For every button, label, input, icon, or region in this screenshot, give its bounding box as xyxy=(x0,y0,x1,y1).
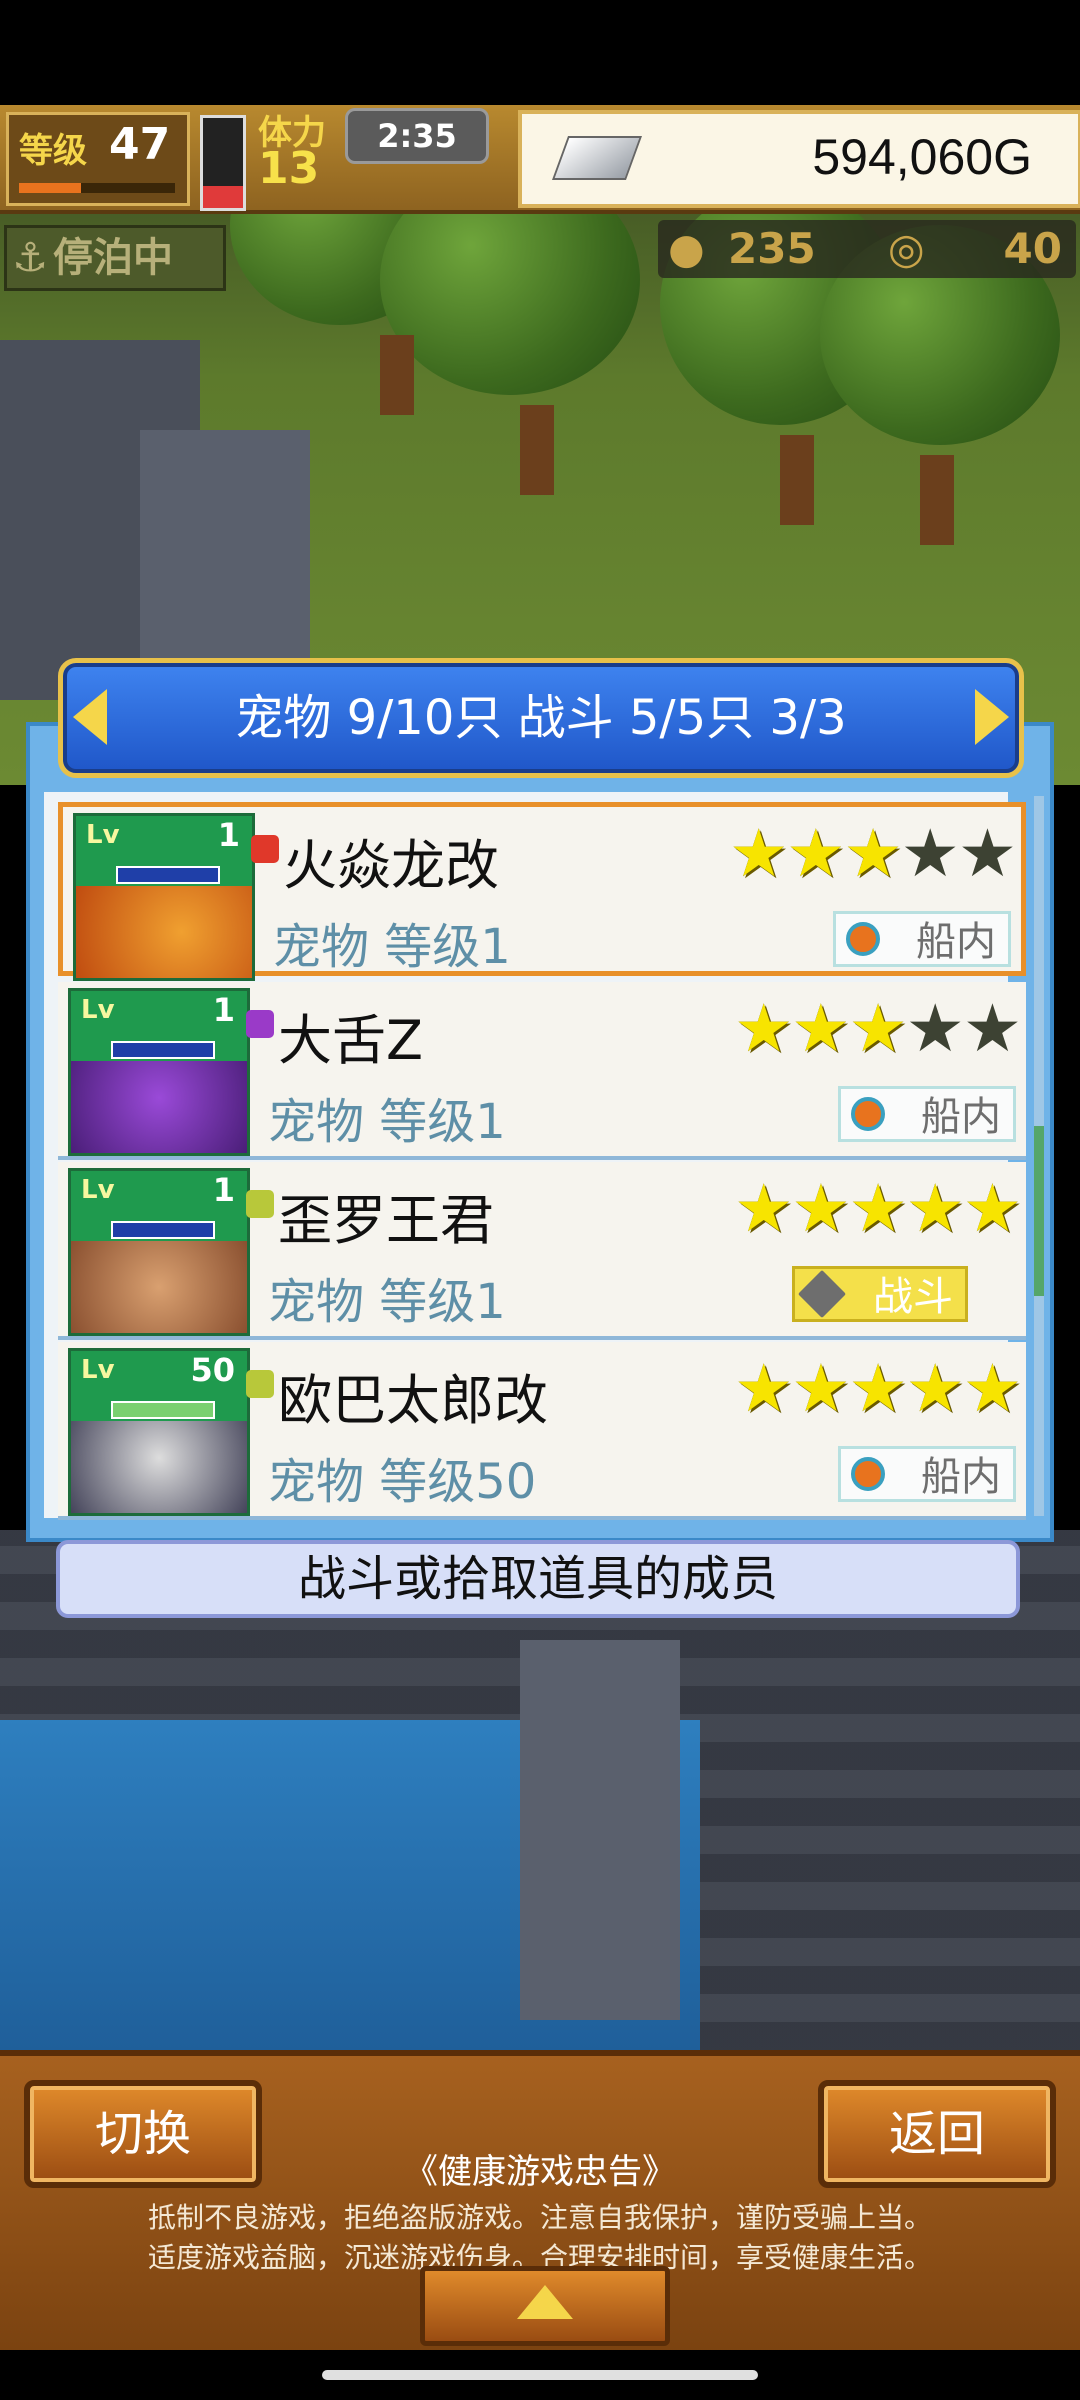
pet-hp-bar xyxy=(111,1041,215,1059)
pet-row[interactable]: Lv 50 欧巴太郎改 宠物 等级50 ★★★★★ 船内 xyxy=(58,1342,1026,1520)
pet-name: 歪罗王君 xyxy=(278,1189,494,1252)
coin-icon: ◎ xyxy=(888,224,925,273)
pet-portrait: Lv 1 xyxy=(68,988,250,1156)
player-level: 等级 47 xyxy=(6,112,190,206)
pet-lv-label: Lv xyxy=(86,820,120,850)
pet-level: 1 xyxy=(212,1171,235,1209)
exp-bar xyxy=(19,183,175,193)
pet-name: 大舌Z xyxy=(278,1009,423,1072)
pet-hp-bar xyxy=(111,1221,215,1239)
pet-subtitle: 宠物 等级50 xyxy=(268,1454,537,1510)
pet-lv-label: Lv xyxy=(81,995,115,1025)
nature-element-icon xyxy=(246,1190,274,1218)
tag-label: 船内 xyxy=(916,919,996,965)
pet-row[interactable]: Lv 1 歪罗王君 宠物 等级1 ★★★★★ 战斗 xyxy=(58,1162,1026,1340)
pet-subtitle: 宠物 等级1 xyxy=(273,919,511,975)
next-page-icon[interactable] xyxy=(975,689,1009,745)
magnifier-icon xyxy=(851,1457,885,1491)
home-indicator[interactable] xyxy=(322,2370,758,2380)
resource-2-value: 40 xyxy=(1003,224,1062,273)
health-notice-line1: 抵制不良游戏，拒绝盗版游戏。注意自我保护，谨防受骗上当。 xyxy=(147,2201,932,2234)
pet-level: 1 xyxy=(212,991,235,1029)
scrollbar-thumb[interactable] xyxy=(1034,1126,1044,1296)
location-tag: 船内 xyxy=(838,1446,1016,1502)
harbor-tower xyxy=(520,1640,680,2020)
resource-bar: ● 235 ◎ 40 xyxy=(658,220,1076,278)
bottom-bar: 切换 返回 《健康游戏忠告》 抵制不良游戏，拒绝盗版游戏。注意自我保护，谨防受骗… xyxy=(0,2050,1080,2356)
level-value: 47 xyxy=(109,119,171,170)
tag-label: 战斗 xyxy=(873,1274,953,1320)
stamina: 体力 13 xyxy=(258,115,326,194)
anchor-icon: ⚓ xyxy=(12,235,48,281)
pet-portrait: Lv 50 xyxy=(68,1348,250,1516)
pet-subtitle: 宠物 等级1 xyxy=(268,1094,506,1150)
pet-row[interactable]: Lv 1 火焱龙改 宠物 等级1 ★★★★★ 船内 xyxy=(58,802,1026,981)
pet-level: 50 xyxy=(190,1351,235,1389)
level-label: 等级 xyxy=(19,131,87,171)
pet-art xyxy=(71,1061,247,1153)
pet-name: 欧巴太郎改 xyxy=(278,1369,548,1432)
rarity-stars: ★★★★★ xyxy=(729,815,1017,892)
gold-value: 594,060G xyxy=(812,129,1032,185)
pet-lv-label: Lv xyxy=(81,1175,115,1205)
magnifier-icon xyxy=(846,922,880,956)
fire-element-icon xyxy=(251,835,279,863)
rarity-stars: ★★★★★ xyxy=(734,1170,1022,1247)
expand-button[interactable] xyxy=(420,2266,670,2346)
stamina-value: 13 xyxy=(258,143,320,194)
scrollbar[interactable] xyxy=(1034,796,1044,1516)
castle-tower xyxy=(140,430,310,670)
nature-element-icon xyxy=(246,1370,274,1398)
rarity-stars: ★★★★★ xyxy=(734,990,1022,1067)
timer: 2:35 xyxy=(345,108,489,164)
dock-status: ⚓ 停泊中 xyxy=(4,225,226,291)
gold-display: 594,060G xyxy=(518,110,1080,208)
hint-bar: 战斗或拾取道具的成员 xyxy=(56,1540,1020,1618)
pet-art xyxy=(71,1241,247,1333)
rarity-stars: ★★★★★ xyxy=(734,1350,1022,1427)
pet-art xyxy=(71,1421,247,1513)
pet-portrait: Lv 1 xyxy=(73,813,255,981)
gold-bar-icon xyxy=(551,136,643,180)
magnifier-icon xyxy=(851,1097,885,1131)
pet-art xyxy=(76,886,252,978)
pet-subtitle: 宠物 等级1 xyxy=(268,1274,506,1330)
pet-portrait: Lv 1 xyxy=(68,1168,250,1336)
pet-header: 宠物 9/10只 战斗 5/5只 3/3 xyxy=(58,658,1024,778)
pet-count-title: 宠物 9/10只 战斗 5/5只 3/3 xyxy=(235,690,847,746)
resource-1-value: 235 xyxy=(728,224,816,273)
battle-tag: 战斗 xyxy=(792,1266,968,1322)
bag-icon: ● xyxy=(668,224,705,273)
status-bar xyxy=(0,0,1080,105)
dock-status-label: 停泊中 xyxy=(53,235,173,281)
dark-element-icon xyxy=(246,1010,274,1038)
pet-hp-bar xyxy=(116,866,220,884)
pet-row[interactable]: Lv 1 大舌Z 宠物 等级1 ★★★★★ 船内 xyxy=(58,982,1026,1160)
hp-gauge xyxy=(200,115,246,211)
up-arrow-icon xyxy=(517,2285,573,2319)
health-notice-title: 《健康游戏忠告》 xyxy=(404,2152,676,2192)
tag-label: 船内 xyxy=(921,1454,1001,1500)
pet-lv-label: Lv xyxy=(81,1355,115,1385)
location-tag: 船内 xyxy=(833,911,1011,967)
pet-name: 火焱龙改 xyxy=(283,834,499,897)
pet-level: 1 xyxy=(217,816,240,854)
pet-hp-bar xyxy=(111,1401,215,1419)
pet-list: Lv 1 火焱龙改 宠物 等级1 ★★★★★ 船内 Lv 1 大舌Z 宠物 等级… xyxy=(44,792,1026,1520)
sword-icon xyxy=(797,1269,847,1319)
pet-list-panel: Lv 1 火焱龙改 宠物 等级1 ★★★★★ 船内 Lv 1 大舌Z 宠物 等级… xyxy=(26,722,1054,1542)
location-tag: 船内 xyxy=(838,1086,1016,1142)
tag-label: 船内 xyxy=(921,1094,1001,1140)
